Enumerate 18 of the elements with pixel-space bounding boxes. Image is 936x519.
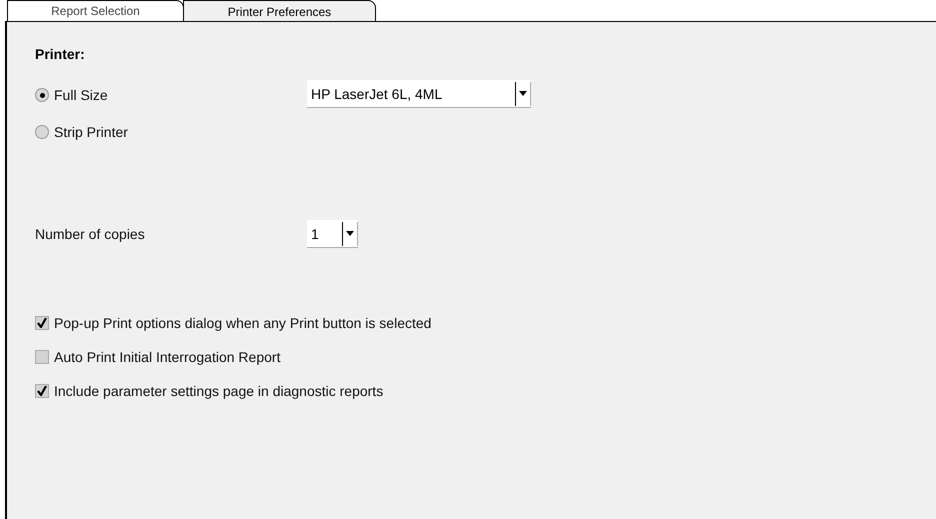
tab[interactable]: Report Selection [7, 0, 184, 22]
radio-button[interactable] [35, 125, 49, 139]
radio-label: Full Size [54, 87, 108, 103]
radio-button[interactable] [35, 88, 49, 102]
checkbox[interactable] [35, 350, 49, 364]
printer-dropdown[interactable]: HP LaserJet 6L, 4ML [307, 80, 531, 108]
section-heading: Printer: [35, 46, 86, 62]
copies-dropdown[interactable]: 1 [307, 220, 358, 248]
caret-icon [346, 231, 354, 236]
tab[interactable]: Printer Preferences [183, 0, 376, 22]
copies-label: Number of copies [35, 226, 145, 242]
checkbox[interactable] [35, 316, 49, 330]
radio-label: Strip Printer [54, 124, 128, 140]
checkbox-label: Auto Print Initial Interrogation Report [54, 349, 280, 365]
checkbox-label: Include parameter settings page in diagnostic reports [54, 383, 384, 399]
checkbox-label: Pop-up Print options dialog when any Print button is selected [54, 315, 432, 331]
checkbox[interactable] [35, 384, 49, 398]
caret-icon [519, 91, 527, 96]
